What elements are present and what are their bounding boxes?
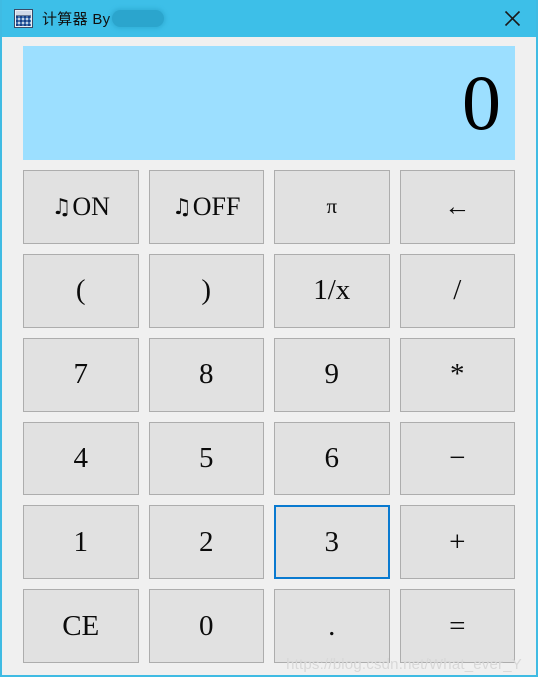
keypad-grid: ♫ ON ♫ OFF π ←() 1/x/7 8 9 * 4 5 6−1 2 3 + CE 0. = (23, 170, 515, 663)
title-bar: 计算器 By (2, 0, 536, 37)
digit-8-button[interactable]: 8 (148, 337, 264, 412)
key-label: 1 (73, 525, 89, 558)
key-label: − (449, 441, 466, 474)
key-label: * (450, 358, 465, 391)
music-note-icon: ♫ (172, 194, 192, 220)
backspace-button[interactable]: ← (399, 170, 515, 244)
digit-5-button[interactable]: 5 (148, 421, 264, 496)
multiply-button[interactable]: * (399, 337, 515, 412)
key-label: 3 (324, 525, 340, 558)
key-label: 1/x (313, 274, 351, 307)
digit-0-button[interactable]: 0 (148, 589, 264, 663)
key-label: . (328, 609, 336, 642)
key-label: 0 (199, 609, 214, 642)
close-paren-button[interactable]: ) (148, 253, 264, 328)
key-label: / (453, 274, 462, 307)
digit-4-button[interactable]: 4 (23, 421, 139, 496)
author-redacted-blur (112, 10, 165, 27)
key-label: ) (201, 274, 212, 307)
decimal-point-button[interactable]: . (274, 589, 390, 663)
key-label: ← (444, 191, 471, 221)
key-label: 8 (199, 358, 214, 391)
digit-3-button[interactable]: 3 (274, 505, 390, 580)
add-button[interactable]: + (399, 505, 515, 580)
key-label: = (449, 609, 466, 642)
key-label: ( (75, 274, 86, 307)
calculator-body: 0 ♫ ON ♫ OFF π ←() 1/x/7 8 9 * 4 5 6−1 2 3 + CE 0. = https… (2, 37, 536, 675)
pi-button[interactable]: π (274, 170, 390, 244)
key-label: 2 (199, 525, 214, 558)
digit-1-button[interactable]: 1 (23, 505, 139, 580)
calculator-window: 计算器 By 0 ♫ ON ♫ OFF π ←() 1/x/7 8 9 * 4 5 6−1 2 3 + CE 0.… (0, 0, 538, 677)
digit-7-button[interactable]: 7 (23, 337, 139, 412)
subtract-button[interactable]: − (399, 421, 515, 496)
key-label: π (326, 194, 338, 219)
equals-button[interactable]: = (399, 589, 515, 663)
key-label: 6 (324, 441, 340, 474)
open-paren-button[interactable]: ( (23, 253, 139, 328)
key-label: 5 (199, 441, 214, 474)
key-label: + (449, 525, 466, 558)
reciprocal-button[interactable]: 1/x (274, 253, 390, 328)
divide-button[interactable]: / (399, 253, 515, 328)
window-title: 计算器 By (42, 11, 111, 28)
display-screen[interactable]: 0 (23, 46, 515, 160)
digit-2-button[interactable]: 2 (148, 505, 264, 580)
sound-off-button[interactable]: ♫ OFF (148, 170, 264, 244)
key-label: 9 (324, 358, 340, 391)
key-label: CE (62, 609, 100, 642)
digit-9-button[interactable]: 9 (274, 337, 390, 412)
display-value: 0 (462, 59, 501, 147)
calculator-icon-keys (16, 16, 31, 26)
close-icon (504, 10, 520, 27)
sound-on-button[interactable]: ♫ ON (23, 170, 139, 244)
key-label: 4 (73, 441, 89, 474)
calculator-icon (14, 9, 33, 28)
key-label: OFF (192, 191, 241, 221)
music-note-icon: ♫ (51, 194, 72, 220)
close-button[interactable] (488, 0, 536, 37)
key-label: ON (72, 191, 110, 221)
digit-6-button[interactable]: 6 (274, 421, 390, 496)
clear-entry-button[interactable]: CE (23, 589, 139, 663)
key-label: 7 (73, 358, 89, 391)
